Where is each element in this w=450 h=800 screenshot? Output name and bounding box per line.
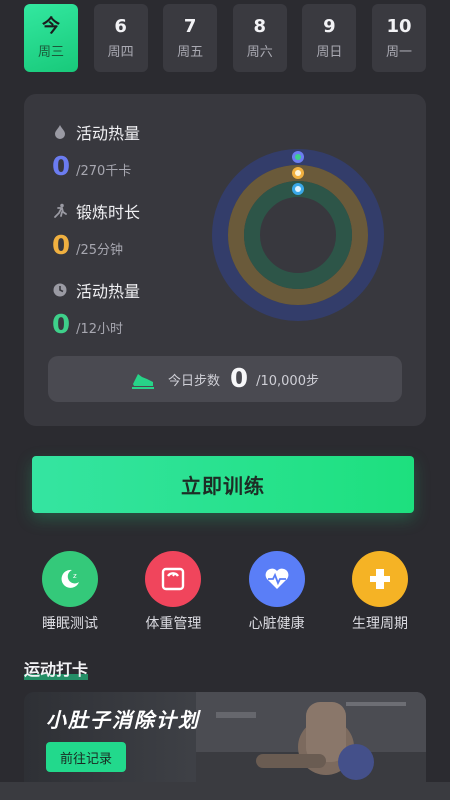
day-item[interactable]: 9 周日	[302, 4, 357, 72]
steps-value: 0	[230, 364, 249, 394]
day-item[interactable]: 10 周一	[371, 4, 426, 72]
activity-rings	[212, 149, 384, 321]
day-item[interactable]: 6 周四	[93, 4, 148, 72]
metric-unit: /25分钟	[76, 243, 124, 258]
running-icon	[54, 203, 67, 218]
metric-duration: 锻炼时长 0 /25分钟	[52, 199, 140, 261]
section-title: 运动打卡	[24, 656, 89, 680]
start-training-button[interactable]: 立即训练	[32, 456, 414, 513]
tool-heart[interactable]: 心脏健康	[227, 551, 327, 633]
banner-title: 小肚子消除计划	[46, 708, 200, 732]
tool-label: 体重管理	[145, 616, 202, 632]
day-today[interactable]: 今 周三	[24, 4, 78, 72]
activity-summary-card: 活动热量 0 /270千卡 锻炼时长 0 /25分钟 活动热量 0 /12小时	[24, 94, 426, 426]
date-selector: 今 周三 6 周四 7 周五 8 周六 9 周日 10 周一	[24, 4, 426, 72]
metric-calories: 活动热量 0 /270千卡	[52, 120, 140, 182]
metric-value: 0	[52, 310, 71, 340]
metric-label: 活动热量	[76, 282, 141, 301]
day-number: 6	[114, 16, 127, 37]
day-item[interactable]: 7 周五	[163, 4, 218, 72]
shoe-icon	[132, 374, 154, 389]
heart-icon	[248, 551, 305, 607]
clock-icon	[53, 283, 67, 297]
day-number: 7	[183, 16, 197, 37]
day-number: 10	[386, 16, 412, 37]
go-record-button[interactable]: 前往记录	[46, 742, 126, 772]
day-weekday: 周五	[177, 45, 204, 60]
steps-bar: 今日步数 0 /10,000步	[48, 356, 402, 402]
day-weekday: 周日	[316, 45, 343, 60]
day-number: 今	[42, 16, 60, 37]
section-title-text: 运动打卡	[24, 660, 89, 679]
metric-value: 0	[52, 152, 71, 182]
plan-banner[interactable]: 小肚子消除计划 前往记录	[24, 692, 426, 784]
metric-value: 0	[52, 231, 71, 261]
steps-goal: /10,000步	[256, 373, 319, 389]
tool-weight[interactable]: 体重管理	[123, 551, 223, 633]
tool-label: 心脏健康	[248, 616, 305, 632]
day-number: 8	[253, 16, 267, 37]
day-weekday: 周六	[246, 45, 273, 60]
day-item[interactable]: 8 周六	[232, 4, 287, 72]
svg-text:z: z	[73, 572, 77, 580]
metric-unit: /270千卡	[76, 164, 132, 179]
sleep-icon: z	[42, 551, 98, 607]
day-weekday: 周四	[107, 45, 134, 60]
flame-icon	[55, 125, 65, 139]
day-weekday: 周三	[37, 45, 64, 60]
scale-icon	[145, 551, 202, 607]
cycle-icon	[351, 551, 408, 607]
tool-label: 生理周期	[351, 616, 408, 632]
tool-cycle[interactable]: 生理周期	[330, 551, 430, 633]
metric-label: 锻炼时长	[76, 203, 141, 222]
tool-grid: z 睡眠测试 体重管理 心脏健康 生理周期	[20, 551, 430, 633]
day-number: 9	[323, 16, 336, 37]
tool-label: 睡眠测试	[42, 616, 98, 632]
steps-label: 今日步数	[168, 373, 221, 389]
workout-photo	[196, 692, 426, 784]
metric-unit: /12小时	[76, 322, 124, 337]
metric-hours: 活动热量 0 /12小时	[52, 278, 140, 340]
bottom-bar	[0, 782, 450, 800]
hours-ring	[244, 181, 352, 289]
day-weekday: 周一	[385, 45, 412, 60]
tool-sleep-test[interactable]: z 睡眠测试	[20, 551, 120, 633]
metric-label: 活动热量	[76, 124, 141, 143]
